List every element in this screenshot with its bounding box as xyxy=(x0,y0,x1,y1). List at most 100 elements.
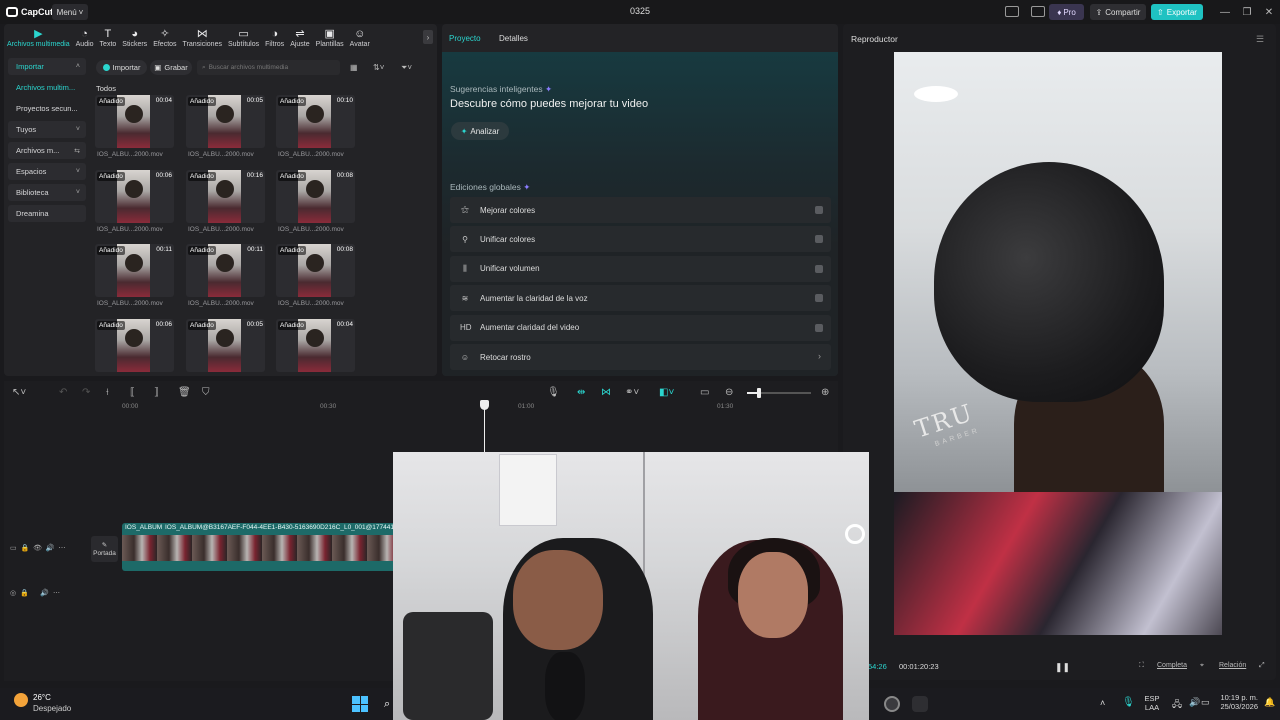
tab-effects[interactable]: ✧ Efectos xyxy=(150,24,179,52)
export-button[interactable]: ⇧ Exportar xyxy=(1151,4,1203,20)
volume-icon[interactable]: 🔊 xyxy=(40,590,49,597)
shield-icon[interactable]: ⛉ xyxy=(202,387,210,398)
media-thumbnail[interactable]: Añadido 00:05 xyxy=(186,95,265,148)
global-edit-item[interactable]: ⫼ Unificar volumen xyxy=(450,255,831,282)
sidebar-item[interactable]: Importar ˄ xyxy=(8,58,86,75)
media-thumbnail[interactable]: Añadido 00:05 xyxy=(186,319,265,372)
fullscreen-preview-icon[interactable]: ⛶ xyxy=(1139,662,1144,670)
sidebar-item[interactable]: Dreamina xyxy=(8,205,86,222)
lock-icon[interactable]: 🔒 xyxy=(21,545,30,552)
tab-filter[interactable]: ◑ Filtros xyxy=(262,24,287,52)
microphone-icon[interactable]: 🎙 xyxy=(547,387,560,398)
video-preview[interactable]: TRU BARBER xyxy=(894,52,1222,635)
pro-button[interactable]: ♦ Pro xyxy=(1049,4,1084,20)
global-edit-item[interactable]: HD Aumentar claridad del video xyxy=(450,314,831,341)
ratio-button[interactable]: Relación xyxy=(1219,662,1246,669)
preview-axis-icon[interactable]: ◧˅ xyxy=(659,387,674,398)
import-button[interactable]: Importar xyxy=(96,60,147,75)
search-input[interactable]: ⌕ Buscar archivos multimedia xyxy=(197,60,340,75)
media-thumbnail[interactable]: Añadido 00:11 xyxy=(186,244,265,297)
tab-detalles[interactable]: Detalles xyxy=(499,34,528,43)
shortcuts-icon[interactable] xyxy=(1031,6,1045,17)
tabs-next-icon[interactable]: › xyxy=(423,30,433,44)
full-quality-button[interactable]: Completa xyxy=(1157,662,1187,669)
toggle-switch[interactable] xyxy=(815,235,823,244)
aspect-icon[interactable]: ▭ xyxy=(700,387,709,398)
maximize-icon[interactable]: ❐ xyxy=(1239,4,1255,20)
tab-adjust[interactable]: ⇌ Ajuste xyxy=(287,24,312,52)
sort-icon[interactable]: ⇅˅ xyxy=(373,63,384,72)
media-thumbnail[interactable]: Añadido 00:04 xyxy=(95,95,174,148)
sidebar-item[interactable]: Proyectos secun... xyxy=(8,100,86,117)
network-icon[interactable]: 🖧 xyxy=(1172,697,1182,713)
share-button[interactable]: ⇪ Compartir xyxy=(1090,4,1146,20)
tab-audio[interactable]: ◔ Audio xyxy=(73,24,97,52)
link-track-icon[interactable]: ⇹ xyxy=(577,387,585,398)
zoom-in-icon[interactable]: ⊕ xyxy=(821,387,829,398)
pause-icon[interactable]: ❚❚ xyxy=(1055,662,1070,673)
media-thumbnail[interactable]: Añadido 00:10 xyxy=(276,95,355,148)
close-icon[interactable]: ✕ xyxy=(1261,4,1277,20)
taskbar-search-icon[interactable]: ⌕ xyxy=(384,698,390,711)
time-ruler[interactable]: 00:00 00:30 01:00 01:30 xyxy=(88,403,838,413)
windows-start-icon[interactable] xyxy=(352,696,368,712)
filter-icon[interactable]: ⏷˅ xyxy=(401,63,412,73)
speaker-icon[interactable]: 🔊 xyxy=(1189,697,1200,708)
playhead[interactable] xyxy=(484,401,485,459)
media-thumbnail[interactable]: Añadido 00:04 xyxy=(276,319,355,372)
media-thumbnail[interactable]: Añadido 00:11 xyxy=(95,244,174,297)
sidebar-item[interactable]: Espacios ˅ xyxy=(8,163,86,180)
more-icon[interactable]: ⋯ xyxy=(53,590,60,597)
weather-temperature[interactable]: 26°C xyxy=(33,693,51,702)
capcut-app-icon[interactable] xyxy=(912,696,928,712)
menu-icon[interactable]: ☰ xyxy=(1256,34,1264,45)
grid-view-icon[interactable]: ▦ xyxy=(350,63,358,72)
weather-icon[interactable] xyxy=(14,693,28,707)
zoom-out-icon[interactable]: ⊖ xyxy=(725,387,733,398)
lock-icon[interactable]: 🔒 xyxy=(20,590,29,597)
select-tool-icon[interactable]: ↖˅ xyxy=(12,387,26,398)
magnet-icon[interactable]: ⋈ xyxy=(601,387,611,398)
video-clip[interactable]: IOS_ALBUM IOS_ALBUM@B3167AEF-F044-4EE1-B… xyxy=(122,523,402,571)
redo-icon[interactable]: ↷ xyxy=(82,387,90,398)
notifications-icon[interactable]: 🔔 xyxy=(1264,697,1275,708)
sidebar-item[interactable]: Archivos multim... xyxy=(8,79,86,96)
weather-description[interactable]: Despejado xyxy=(33,704,71,713)
toggle-switch[interactable] xyxy=(815,264,823,273)
tray-chevron-icon[interactable]: ˄ xyxy=(1100,698,1105,708)
media-thumbnail[interactable]: Añadido 00:08 xyxy=(276,244,355,297)
analyze-button[interactable]: ✦ Analizar xyxy=(451,122,509,140)
global-edit-item[interactable]: ⚝ Mejorar colores xyxy=(450,197,831,223)
tab-media[interactable]: ▶ Archivos multimedia xyxy=(4,24,73,52)
toggle-switch[interactable] xyxy=(815,323,823,332)
undo-icon[interactable]: ↶ xyxy=(59,387,67,398)
media-thumbnail[interactable]: Añadido 00:06 xyxy=(95,170,174,223)
sidebar-item[interactable]: Tuyos ˅ xyxy=(8,121,86,138)
tab-subtitle[interactable]: ▭ Subtítulos xyxy=(225,24,262,52)
clock[interactable]: 10:19 p. m. 25/03/2026 xyxy=(1208,693,1258,711)
global-edit-item[interactable]: ☺ Retocar rostro › xyxy=(450,344,831,370)
global-edit-item[interactable]: ≋ Aumentar la claridad de la voz xyxy=(450,285,831,312)
cover-button[interactable]: ✎ Portada xyxy=(91,536,118,562)
more-icon[interactable]: ⋯ xyxy=(59,545,66,552)
tab-template[interactable]: ▣ Plantillas xyxy=(313,24,347,52)
link-icon[interactable]: ⚭˅ xyxy=(625,387,639,398)
media-thumbnail[interactable]: Añadido 00:16 xyxy=(186,170,265,223)
global-edit-item[interactable]: ⚲ Unificar colores xyxy=(450,226,831,253)
tab-text[interactable]: T Texto xyxy=(97,24,120,52)
volume-icon[interactable]: 🔊 xyxy=(46,545,55,552)
tab-proyecto[interactable]: Proyecto xyxy=(449,34,481,43)
sidebar-item[interactable]: Biblioteca ˅ xyxy=(8,184,86,201)
media-thumbnail[interactable]: Añadido 00:08 xyxy=(276,170,355,223)
toggle-switch[interactable] xyxy=(815,294,823,303)
layout-icon[interactable] xyxy=(1005,6,1019,17)
input-language[interactable]: ESP LAA xyxy=(1140,694,1164,712)
trim-right-icon[interactable]: ⟧ xyxy=(154,387,159,398)
media-thumbnail[interactable]: Añadido 00:06 xyxy=(95,319,174,372)
toggle-switch[interactable] xyxy=(815,206,823,214)
expand-icon[interactable]: ⤢ xyxy=(1259,662,1265,670)
split-icon[interactable]: ⟊ xyxy=(106,387,109,398)
obs-app-icon[interactable] xyxy=(884,696,900,712)
tab-avatar[interactable]: ☺ Avatar xyxy=(347,24,373,52)
zoom-slider-handle[interactable] xyxy=(757,388,761,398)
